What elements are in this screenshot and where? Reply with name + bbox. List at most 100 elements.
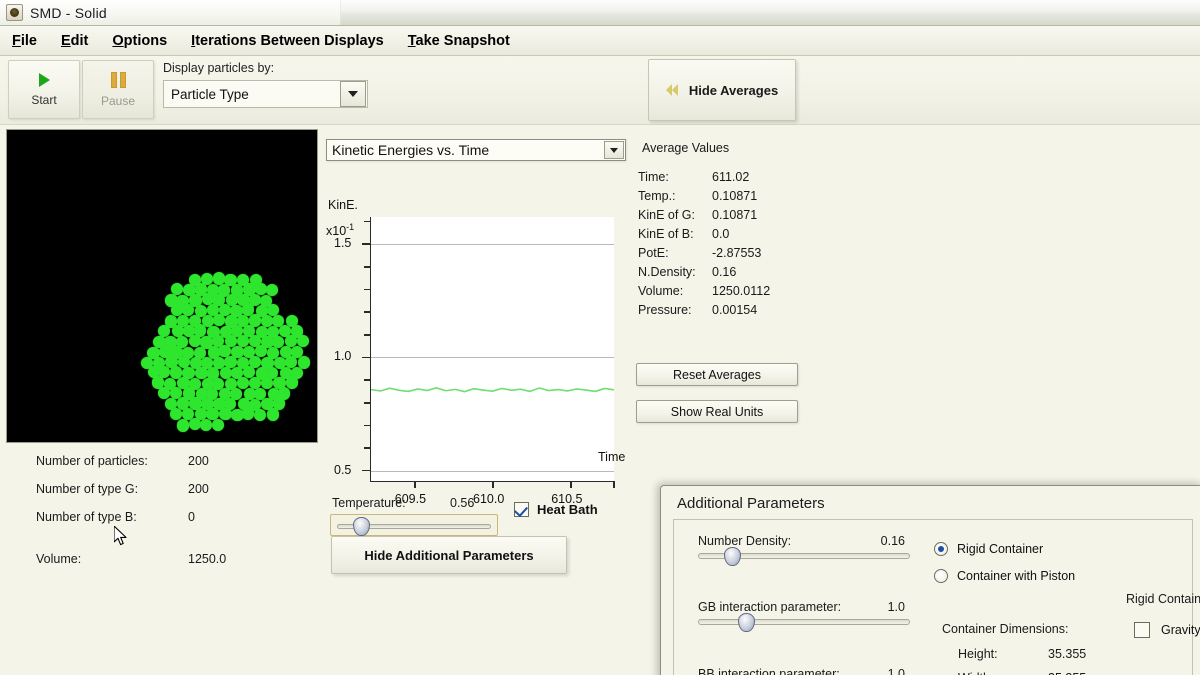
average-value: 1250.0112 [712,284,771,298]
menu-item-edit[interactable]: Edit [51,30,98,52]
hide-additional-parameters-button[interactable]: Hide Additional Parameters [331,536,567,574]
chart-x-axis-label: Time [598,450,626,464]
menu-item-take-snapshot[interactable]: Take Snapshot [398,30,520,52]
number-density-value: 0.16 [880,534,905,548]
chart-y-minor-tick [364,220,371,223]
application-window: SMD - Solid File Edit Options Iterations… [0,0,1200,675]
particle [297,356,310,369]
average-value: 0.10871 [712,208,758,222]
gb-interaction-slider-thumb[interactable] [738,613,755,632]
pause-button[interactable]: Pause [82,60,154,119]
temperature-slider-thumb[interactable] [353,517,370,536]
chart-x-tick [413,481,416,488]
particle [248,376,262,389]
container-with-piston-radio[interactable] [934,569,948,583]
heat-bath-checkbox[interactable] [514,502,529,517]
particle [207,325,220,338]
pause-icon [110,71,126,88]
gravity-checkbox[interactable] [1134,622,1150,638]
rigid-container-heading: Rigid Container [1126,592,1200,606]
chart-y-scale-exponent: -1 [346,222,355,232]
bb-interaction-value: 1.0 [887,667,905,675]
chart-gridline [371,470,614,472]
start-button-label: Start [31,92,57,107]
particle-simulation-canvas[interactable] [6,129,318,443]
container-dimensions-title: Container Dimensions: [942,622,1069,636]
average-row: Temp.: 0.10871 [636,189,806,208]
chart-y-minor-tick [364,401,371,404]
average-value: 0.0 [712,227,730,241]
play-icon [38,72,50,87]
chart-y-minor-tick [364,266,371,268]
menu-item-iterations-between-displays[interactable]: Iterations Between Displays [181,30,394,52]
gravity-group[interactable]: Gravity [1134,622,1200,638]
average-values-title: Average Values [642,141,730,155]
average-key: Temp.: [638,189,676,203]
chart-y-tick-label: 1.5 [334,236,352,251]
particle [212,272,226,285]
info-key: Number of type B: [36,510,137,524]
particle [231,284,244,297]
reset-averages-button[interactable]: Reset Averages [636,363,798,386]
info-row: Number of type G: 200 [36,482,306,510]
container-with-piston-radio-row[interactable]: Container with Piston [934,569,1075,583]
temperature-label: Temperature: [332,496,406,510]
particle [236,376,250,389]
chart-y-minor-tick [364,311,371,313]
average-value: 611.02 [712,170,750,184]
java-coffee-cup-icon [6,4,23,21]
particle [201,314,214,327]
particle [206,283,219,297]
chart-y-minor-tick [364,379,371,381]
number-density-slider-thumb[interactable] [724,547,741,566]
particle [224,273,237,286]
particle [153,335,166,348]
average-row: Pressure: 0.00154 [636,303,806,322]
average-value: -2.87553 [712,246,762,260]
display-particles-by-value: Particle Type [171,86,249,102]
hide-averages-button-label: Hide Averages [688,82,779,98]
gb-interaction-slider-track[interactable] [698,619,910,625]
show-real-units-button[interactable]: Show Real Units [636,400,798,423]
heat-bath-group[interactable]: Heat Bath [514,502,598,517]
particle [189,294,202,307]
hide-averages-button[interactable]: Hide Averages [648,59,796,121]
display-particles-by-select[interactable]: Particle Type [163,80,368,108]
menu-item-file[interactable]: File [2,30,47,52]
rigid-container-radio-row[interactable]: Rigid Container [934,542,1043,556]
chevron-down-icon[interactable] [340,81,366,107]
additional-parameters-title: Additional Parameters [677,495,825,512]
graph-type-select[interactable]: Kinetic Energies vs. Time [326,139,626,161]
chart-series-kine-of-g [371,217,614,481]
bb-interaction-label: BB interaction parameter: [698,667,840,675]
rigid-container-radio[interactable] [934,542,948,556]
additional-parameters-body: Number Density: 0.16 GB interaction para… [673,519,1200,675]
average-row: PotE: -2.87553 [636,246,806,265]
temperature-slider[interactable] [330,514,498,536]
average-key: PotE: [638,246,669,260]
chart-plot-area [362,217,615,488]
gb-interaction-label: GB interaction parameter: [698,600,842,614]
average-key: Time: [638,170,669,184]
particle [266,408,280,421]
average-key: Pressure: [638,303,692,317]
container-height-label: Height: [958,647,998,661]
particle [170,366,183,379]
chart-x-tick [613,481,615,488]
chart-y-minor-tick [364,424,371,427]
info-value: 0 [188,510,195,524]
average-row: Time: 611.02 [636,170,806,189]
chart-y-minor-tick [364,288,371,291]
start-button[interactable]: Start [8,60,80,119]
particle [219,407,232,421]
title-bar: SMD - Solid [0,0,1200,26]
menu-item-options[interactable]: Options [102,30,177,52]
chevron-down-icon[interactable] [604,141,624,159]
average-key: KinE of G: [638,208,695,222]
container-width-label: Width: [958,671,993,675]
info-key: Number of type G: [36,482,139,496]
average-value: 0.10871 [712,189,758,203]
simulation-info-panel: Number of particles: 200 Number of type … [36,454,306,580]
window-title: SMD - Solid [30,4,107,21]
average-row: N.Density: 0.16 [636,265,806,284]
